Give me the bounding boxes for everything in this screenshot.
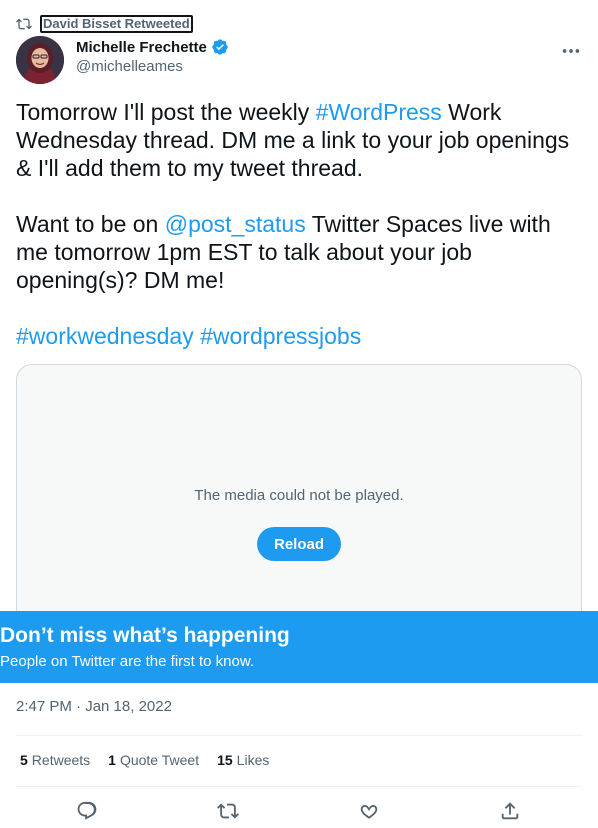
banner-subtitle: People on Twitter are the first to know.: [0, 653, 255, 670]
likes-count: 15: [217, 752, 233, 768]
mention-link[interactable]: @post_status: [165, 211, 306, 237]
reply-icon[interactable]: [76, 800, 98, 822]
hashtag-link[interactable]: #wordpressjobs: [200, 323, 361, 349]
quotes-stat[interactable]: 1 Quote Tweet: [108, 752, 199, 768]
retweeter-link[interactable]: David Bisset Retweeted: [40, 15, 193, 33]
hashtag-link[interactable]: #WordPress: [316, 99, 442, 125]
avatar[interactable]: [16, 36, 64, 84]
author-row: Michelle Frechette @michelleames: [16, 36, 582, 86]
more-icon[interactable]: [560, 40, 582, 62]
share-icon[interactable]: [499, 800, 521, 822]
divider: [16, 735, 582, 736]
tweet-timestamp[interactable]: 2:47 PM · Jan 18, 2022: [16, 698, 172, 715]
like-icon[interactable]: [358, 800, 380, 822]
engagement-stats: 5 Retweets 1 Quote Tweet 15 Likes: [20, 752, 269, 768]
retweets-stat[interactable]: 5 Retweets: [20, 752, 90, 768]
retweets-label: Retweets: [31, 752, 91, 768]
tweet-text-segment: Tomorrow I'll post the weekly: [16, 99, 316, 125]
likes-label: Likes: [236, 752, 270, 768]
tweet-text: Tomorrow I'll post the weekly #WordPress…: [16, 98, 582, 350]
avatar-image: [16, 36, 64, 84]
signup-banner: Don’t miss what’s happening People on Tw…: [0, 611, 598, 683]
tweet-text-segment: Want to be on: [16, 211, 165, 237]
author-handle[interactable]: @michelleames: [76, 58, 229, 75]
likes-stat[interactable]: 15 Likes: [217, 752, 269, 768]
author-name[interactable]: Michelle Frechette: [76, 39, 207, 56]
verified-badge-icon: [212, 39, 228, 55]
media-error-message: The media could not be played.: [194, 487, 404, 504]
quotes-label: Quote Tweet: [119, 752, 200, 768]
reload-button[interactable]: Reload: [257, 527, 341, 561]
quotes-count: 1: [108, 752, 116, 768]
retweets-count: 5: [20, 752, 28, 768]
media-player: The media could not be played. Reload: [16, 364, 582, 636]
action-bar: [16, 790, 582, 828]
banner-title: Don’t miss what’s happening: [0, 624, 290, 647]
hashtag-link[interactable]: #workwednesday: [16, 323, 194, 349]
divider: [16, 786, 582, 787]
retweet-icon[interactable]: [217, 800, 239, 822]
retweet-icon: [16, 18, 32, 30]
retweet-context: David Bisset Retweeted: [16, 14, 193, 34]
